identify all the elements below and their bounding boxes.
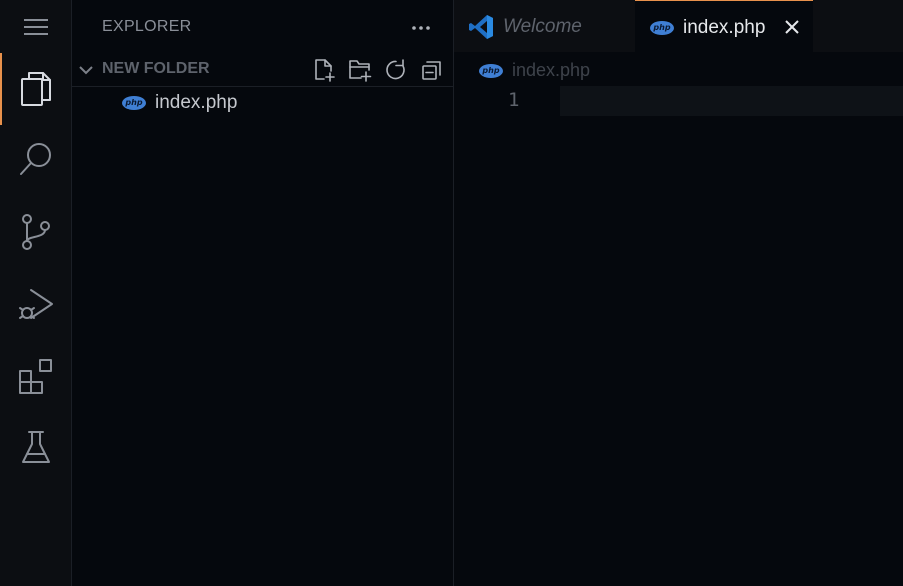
search-icon[interactable] [0, 124, 71, 196]
source-control-icon[interactable] [0, 196, 71, 268]
file-label: index.php [155, 92, 238, 113]
refresh-icon[interactable] [383, 57, 409, 83]
sidebar-header: EXPLORER [72, 0, 453, 54]
line-number: 1 [508, 89, 520, 111]
explorer-icon[interactable] [0, 53, 71, 125]
php-icon: php [479, 64, 503, 78]
run-debug-icon[interactable] [0, 268, 71, 340]
chevron-down-icon[interactable] [78, 62, 94, 78]
php-icon: php [650, 21, 674, 35]
collapse-all-icon[interactable] [419, 57, 445, 83]
extensions-icon[interactable] [0, 340, 71, 412]
tab-label: Welcome [503, 16, 582, 37]
editor-area: Welcome php index.php php index.php 1 [454, 0, 903, 586]
tab-label: index.php [683, 17, 766, 38]
tab-index-php[interactable]: php index.php [635, 0, 813, 53]
code-line[interactable]: 1 [454, 86, 903, 116]
sidebar-title: EXPLORER [102, 18, 192, 35]
close-icon[interactable] [783, 18, 801, 36]
file-item-index-php[interactable]: php index.php [72, 88, 453, 118]
explorer-sidebar: EXPLORER NEW FOLDER php index.php [72, 0, 454, 586]
new-file-icon[interactable] [311, 57, 337, 83]
folder-header[interactable]: NEW FOLDER [72, 54, 453, 87]
current-line-highlight[interactable] [560, 86, 903, 116]
more-actions-icon[interactable] [409, 18, 433, 38]
tab-bar: Welcome php index.php [454, 0, 903, 53]
new-folder-icon[interactable] [347, 57, 373, 83]
breadcrumb-label: index.php [512, 60, 591, 80]
folder-label: NEW FOLDER [102, 60, 210, 77]
php-icon: php [122, 96, 146, 110]
testing-icon[interactable] [0, 412, 71, 484]
vscode-logo-icon [468, 14, 494, 40]
tab-welcome[interactable]: Welcome [454, 0, 634, 52]
menu-icon[interactable] [0, 0, 71, 54]
breadcrumb[interactable]: php index.php [454, 56, 903, 84]
activity-bar [0, 0, 72, 586]
